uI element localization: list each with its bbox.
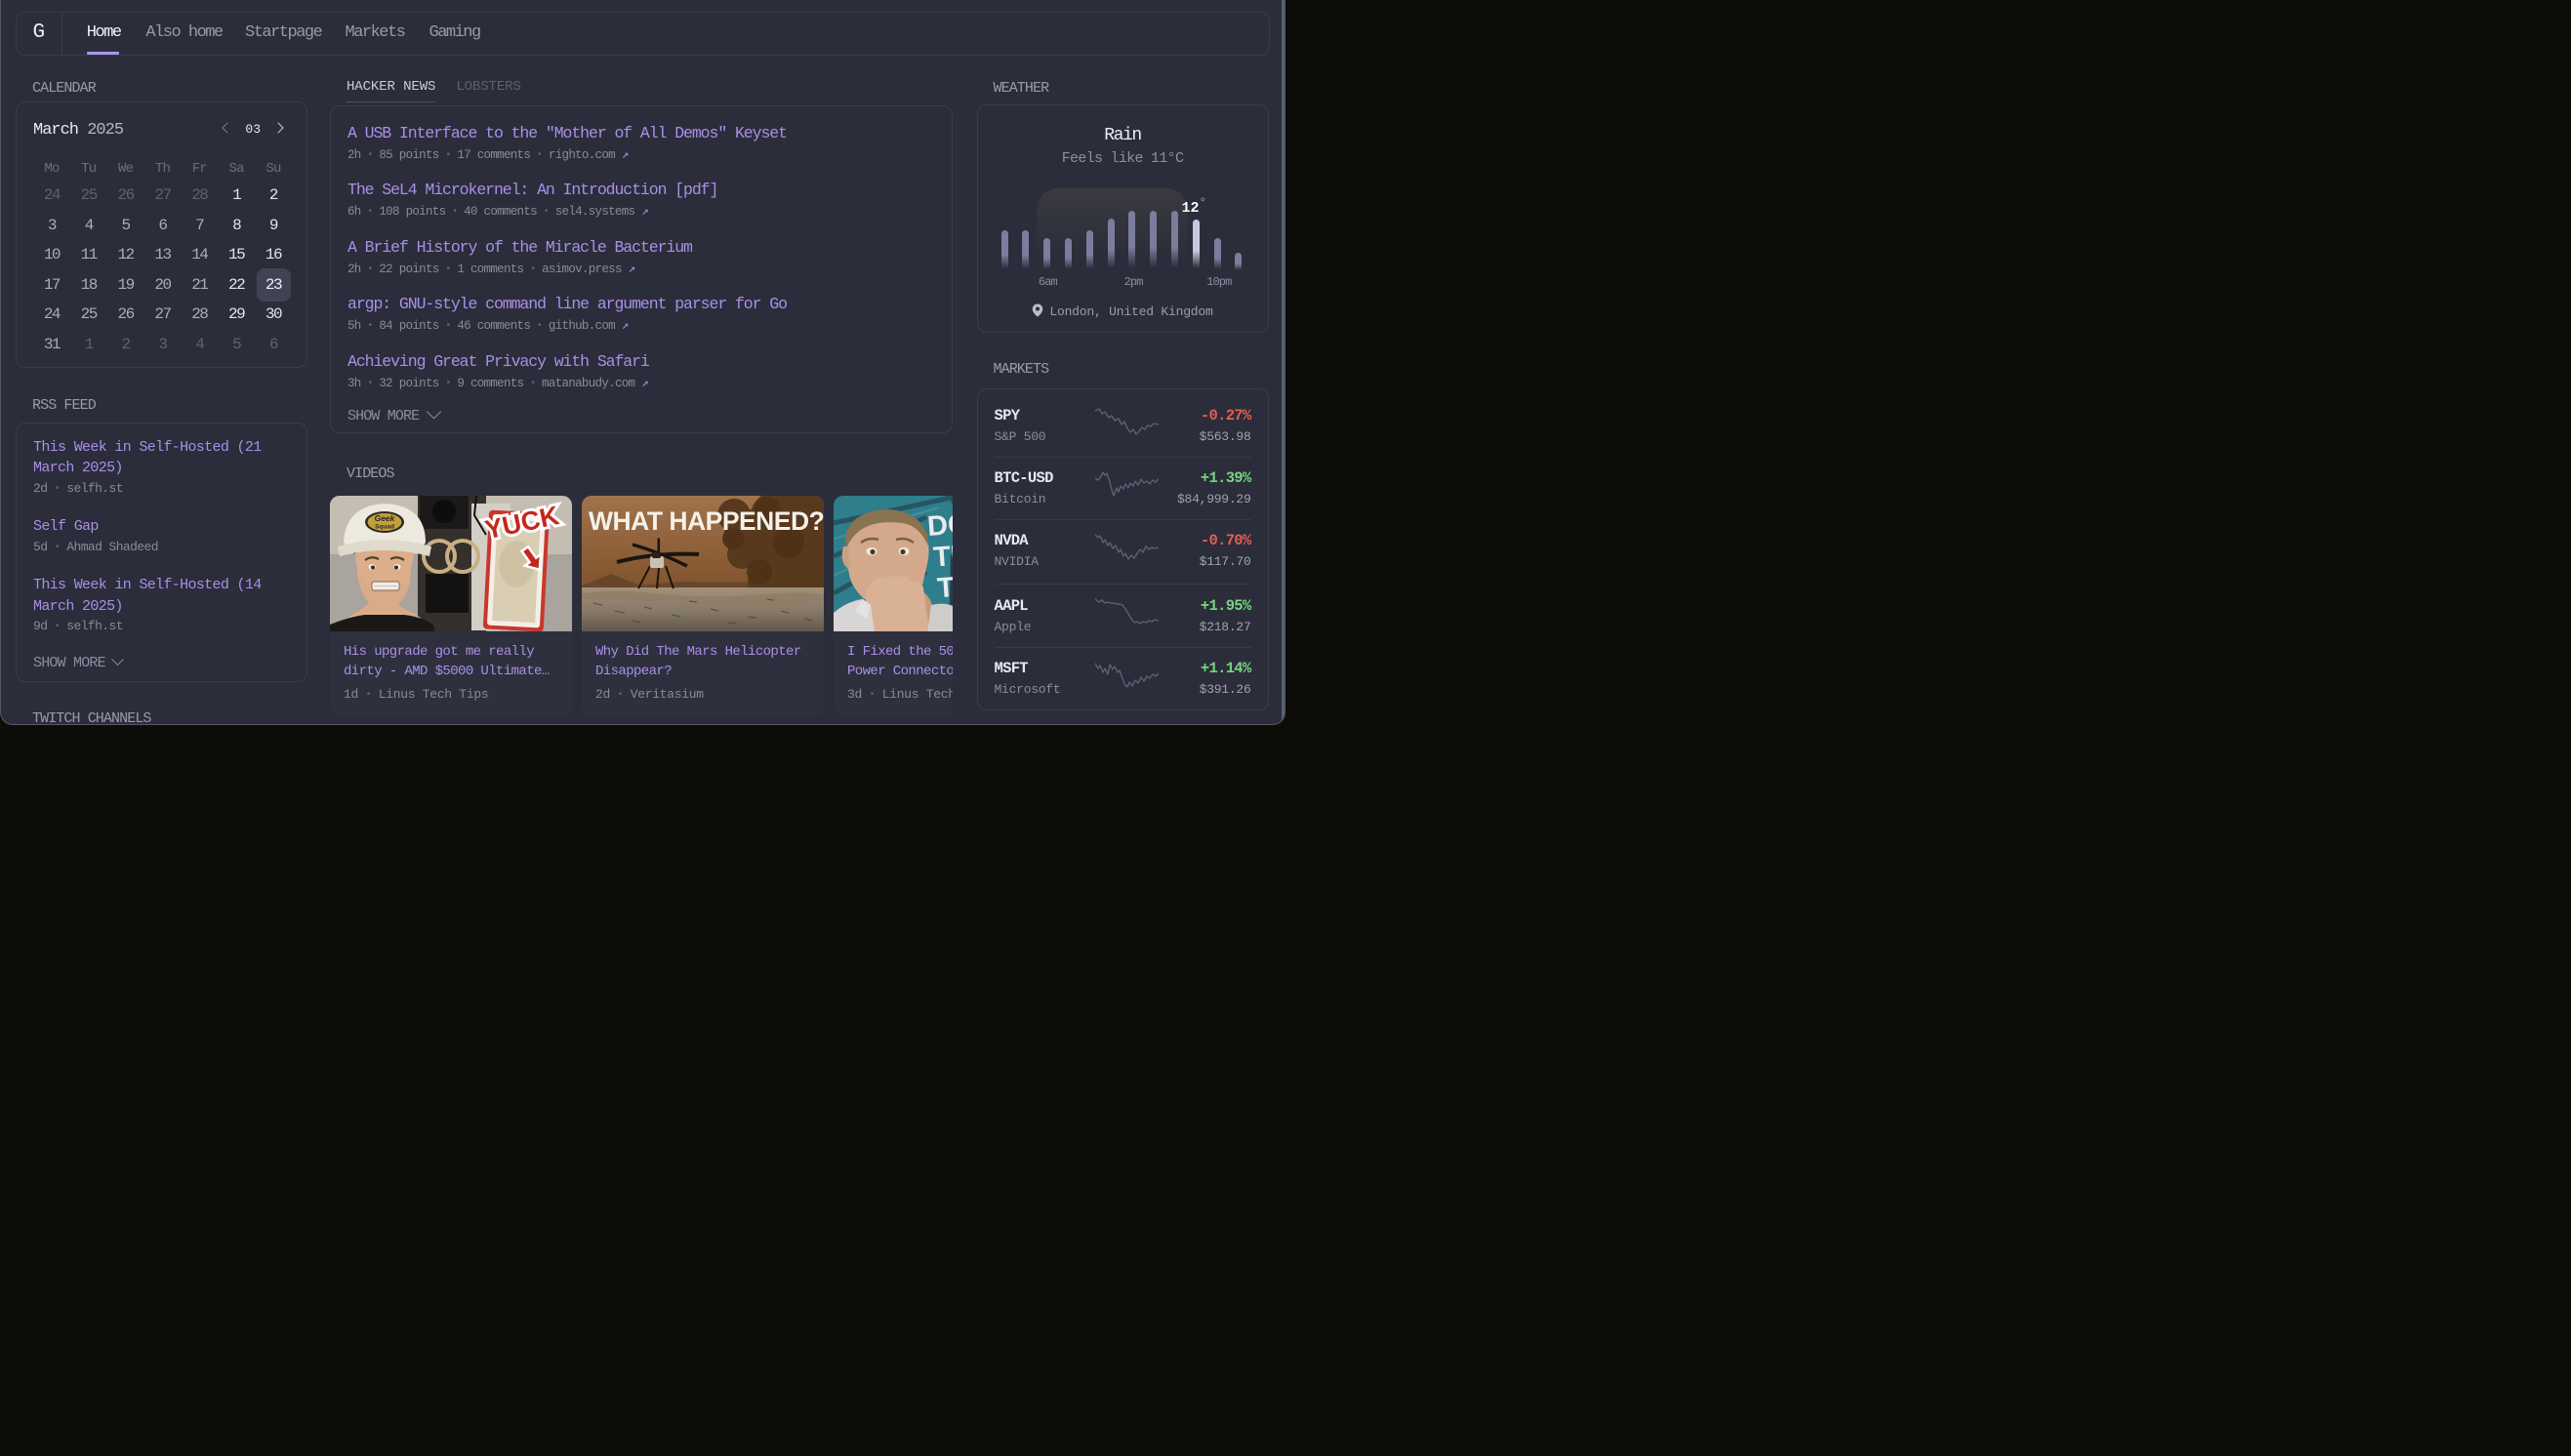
svg-text:TH: TH (932, 539, 952, 573)
svg-text:Geek: Geek (375, 513, 396, 523)
svg-text:WHAT HAPPENED?: WHAT HAPPENED? (589, 506, 824, 536)
svg-text:Squad: Squad (375, 523, 394, 530)
svg-text:DO: DO (926, 507, 953, 542)
svg-text:T: T (936, 572, 952, 604)
